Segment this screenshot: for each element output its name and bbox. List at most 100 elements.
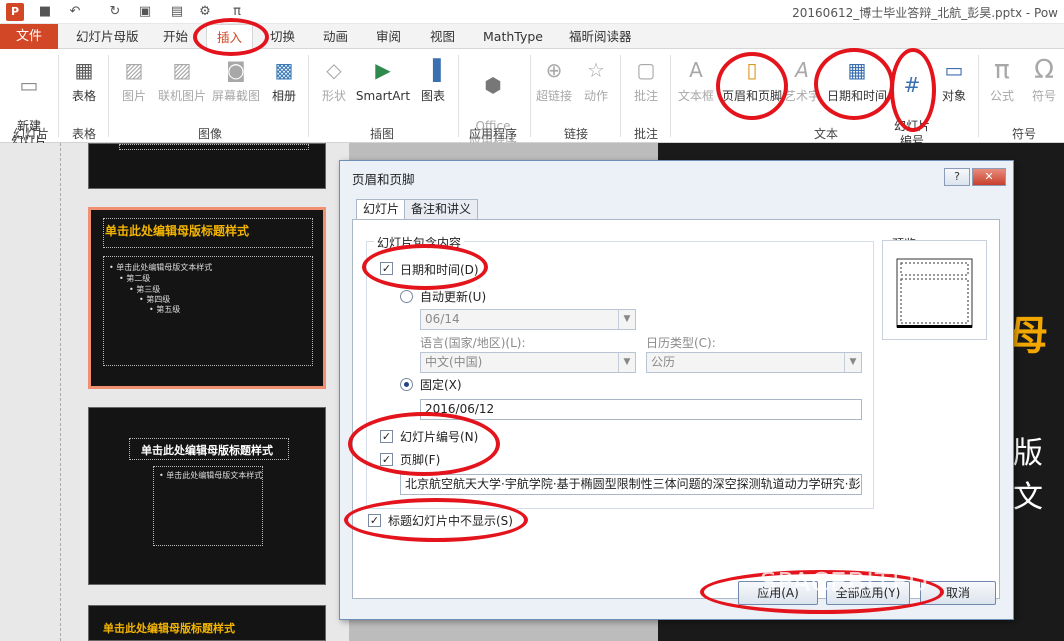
annotation-circle	[344, 498, 528, 542]
separator	[978, 55, 979, 137]
tab-foxit[interactable]: 福昕阅读器	[569, 24, 632, 49]
tab-notes-handouts[interactable]: 备注和讲义	[404, 199, 479, 220]
chart-icon: ▐	[425, 58, 441, 82]
language-value: 中文(中国)	[425, 355, 483, 369]
thumb-body-line: • 单击此处编辑母版文本样式	[159, 471, 263, 480]
save-icon[interactable]: ■	[36, 3, 54, 21]
title-bar: P ■ ↶ ↻ ▣ ▤ ⚙ π 20160612_博士毕业答辩_北航_彭昊.pp…	[0, 0, 1064, 24]
formula-button[interactable]: π 公式	[984, 55, 1020, 104]
tab-review[interactable]: 审阅	[376, 24, 401, 49]
thumb-title: 单击此处编辑母版标题样式	[141, 444, 273, 457]
star-action-icon: ☆	[587, 58, 605, 82]
picture-icon: ▨	[124, 58, 144, 82]
album-button[interactable]: ▩ 相册	[266, 55, 302, 104]
slide-thumbnail[interactable]	[88, 143, 326, 189]
language-label: 语言(国家/地区)(L):	[420, 336, 526, 350]
object-button[interactable]: ▭ 对象	[936, 55, 972, 104]
chart-label: 图表	[420, 89, 445, 103]
close-button[interactable]: ✕	[972, 168, 1006, 186]
calendar-type-select[interactable]: 公历 ▼	[646, 352, 862, 373]
fixed-radio[interactable]	[400, 378, 413, 391]
guide-line	[60, 143, 61, 641]
auto-update-label: 自动更新(U)	[420, 290, 487, 304]
object-label: 对象	[941, 89, 966, 103]
group-label-tables: 表格	[71, 127, 96, 141]
tab-mathtype[interactable]: MathType	[483, 24, 543, 49]
omega-symbol-icon: Ω	[1034, 55, 1054, 85]
hyperlink-label: 超链接	[535, 89, 572, 103]
group-label-illustrations: 插图	[369, 127, 394, 141]
symbol-button[interactable]: Ω 符号	[1026, 55, 1062, 104]
smartart-icon: ▶	[375, 58, 391, 82]
auto-update-value: 06/14	[425, 312, 460, 326]
dialog-title: 页眉和页脚	[352, 172, 415, 187]
tab-slide-master[interactable]: 幻灯片母版	[76, 24, 139, 49]
screenshot-button[interactable]: ◙ 屏幕截图	[210, 55, 262, 104]
separator	[458, 55, 459, 137]
calendar-type-value: 公历	[651, 355, 676, 369]
separator	[108, 55, 109, 137]
thumb-title: 单击此处编辑母版标题样式	[103, 622, 235, 635]
tab-file[interactable]: 文件	[0, 24, 58, 49]
comment-button[interactable]: ▢ 批注	[628, 55, 664, 104]
textbox-icon: A	[689, 58, 703, 82]
annotation-circle	[890, 48, 936, 132]
slide-title-fragment: 母	[1008, 313, 1048, 359]
picture-button[interactable]: ▨ 图片	[116, 55, 152, 104]
chart-button[interactable]: ▐ 图表	[416, 55, 450, 104]
document-icon[interactable]: ▤	[168, 3, 186, 21]
tab-home[interactable]: 开始	[163, 24, 188, 49]
tab-slide[interactable]: 幻灯片	[356, 199, 407, 221]
language-select[interactable]: 中文(中国) ▼	[420, 352, 636, 373]
action-label: 动作	[583, 89, 608, 103]
window-title: 20160612_博士毕业答辩_北航_彭昊.pptx - Pow	[792, 6, 1058, 20]
chevron-down-icon: ▼	[618, 353, 635, 372]
hyperlink-button[interactable]: ⊕ 超链接	[534, 55, 574, 104]
fixed-label: 固定(X)	[420, 378, 462, 392]
symbol-label: 符号	[1031, 89, 1056, 103]
separator	[620, 55, 621, 137]
preview-box	[882, 240, 987, 340]
shapes-button[interactable]: ◇ 形状	[316, 55, 352, 104]
online-picture-icon: ▨	[172, 58, 192, 82]
table-button[interactable]: ▦ 表格	[64, 55, 104, 104]
shapes-icon: ◇	[326, 58, 342, 82]
redo-icon[interactable]: ↻	[106, 3, 124, 21]
chevron-down-icon: ▼	[844, 353, 861, 372]
group-label-links: 链接	[563, 127, 588, 141]
album-label: 相册	[271, 89, 296, 103]
table-label: 表格	[71, 89, 96, 103]
tab-view[interactable]: 视图	[430, 24, 455, 49]
comment-icon: ▢	[636, 58, 656, 82]
annotation-circle	[362, 244, 488, 290]
slide-thumbnail-selected[interactable]: 单击此处编辑母版标题样式 • 单击此处编辑母版文本样式 • 第二级 • 第三级 …	[88, 207, 326, 389]
separator	[58, 55, 59, 137]
footer-input[interactable]: 北京航空航天大学·宇航学院·基于椭圆型限制性三体问题的深空探测轨道动力学研究·彭…	[400, 474, 862, 495]
textbox-button[interactable]: A 文本框	[676, 55, 716, 104]
smartart-button[interactable]: ▶ SmartArt	[354, 55, 412, 104]
auto-update-select[interactable]: 06/14 ▼	[420, 309, 636, 330]
auto-update-radio[interactable]	[400, 290, 413, 303]
undo-icon[interactable]: ↶	[66, 3, 84, 21]
help-button[interactable]: ?	[944, 168, 970, 186]
tab-transitions[interactable]: 切换	[270, 24, 295, 49]
wordart-icon: A	[795, 58, 809, 82]
group-label-slides: 幻灯片	[12, 127, 49, 141]
action-button[interactable]: ☆ 动作	[578, 55, 614, 104]
present-icon[interactable]: ▣	[136, 3, 154, 21]
slide-thumbnail[interactable]: 单击此处编辑母版标题样式	[88, 605, 326, 641]
separator	[308, 55, 309, 137]
fixed-date-input[interactable]: 2016/06/12	[420, 399, 862, 420]
group-label-symbols: 符号	[1011, 127, 1036, 141]
tools-icon[interactable]: ⚙	[196, 3, 214, 21]
tab-animations[interactable]: 动画	[323, 24, 348, 49]
globe-link-icon: ⊕	[545, 58, 563, 82]
shapes-label: 形状	[321, 89, 346, 103]
slide-thumbnail-panel: 单击此处编辑母版标题样式 • 单击此处编辑母版文本样式 • 第二级 • 第三级 …	[0, 143, 349, 641]
slide-thumbnail[interactable]: 单击此处编辑母版标题样式 • 单击此处编辑母版文本样式	[88, 407, 326, 585]
group-label-text: 文本	[813, 127, 838, 141]
camera-icon: ◙	[226, 58, 246, 82]
online-picture-button[interactable]: ▨ 联机图片	[156, 55, 208, 104]
album-icon: ▩	[274, 58, 294, 82]
watermark-text: SPACEBITFD	[760, 568, 929, 598]
